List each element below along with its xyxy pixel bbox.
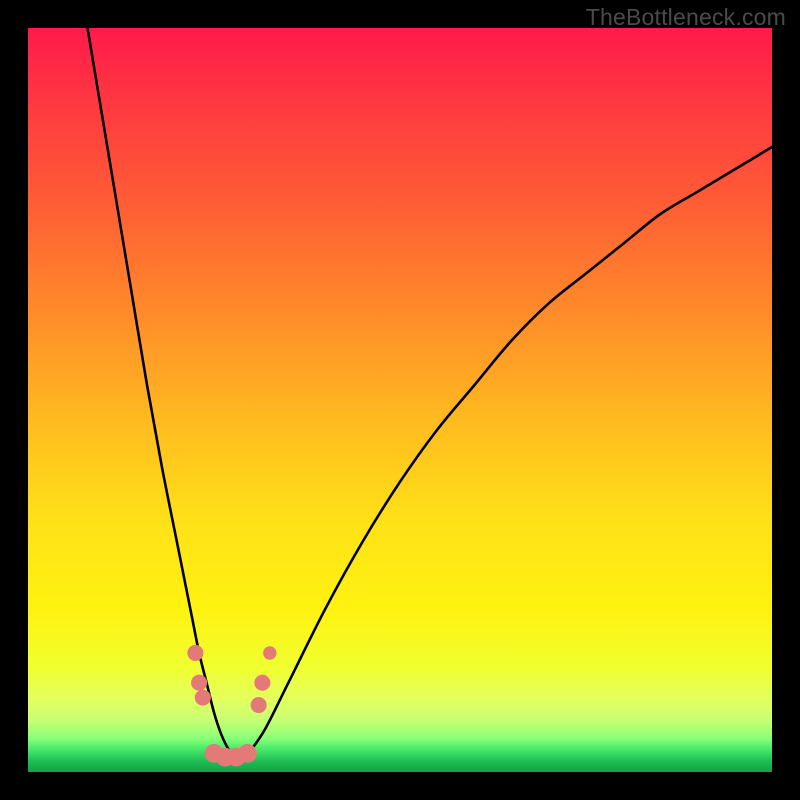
marker-right-cluster-3 xyxy=(263,646,276,659)
chart-svg xyxy=(28,28,772,772)
marker-valley-4 xyxy=(238,744,257,763)
marker-right-cluster-1 xyxy=(251,697,267,713)
marker-left-cluster-1 xyxy=(187,645,203,661)
marker-left-cluster-3 xyxy=(195,690,211,706)
outer-frame: TheBottleneck.com xyxy=(0,0,800,800)
marker-right-cluster-2 xyxy=(254,675,270,691)
watermark-text: TheBottleneck.com xyxy=(586,4,786,31)
marker-left-cluster-2 xyxy=(191,675,207,691)
plot-area xyxy=(28,28,772,772)
